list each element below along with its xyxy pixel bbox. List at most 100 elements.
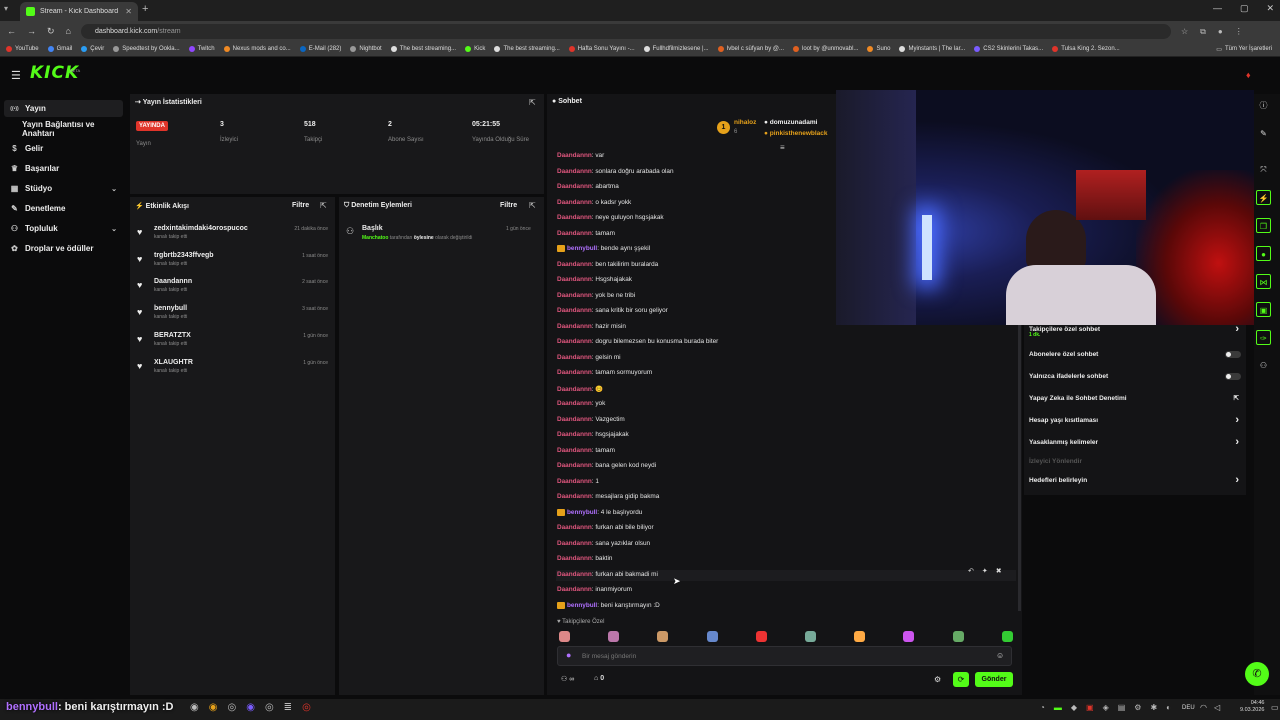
hamburger-menu-icon[interactable]: ☰ bbox=[11, 69, 21, 82]
sidebar-item[interactable]: ((•)) Yayın bbox=[4, 100, 123, 117]
emote-icon[interactable] bbox=[755, 631, 767, 642]
chat-message[interactable]: Daandannn: hsgsjajakak bbox=[557, 431, 629, 438]
chat-setting-item[interactable]: Yasaklanmış kelimeler › bbox=[1029, 435, 1243, 449]
emote-icon[interactable] bbox=[805, 631, 816, 642]
chat-username[interactable]: Daandannn bbox=[557, 400, 592, 407]
stream-preview-video[interactable] bbox=[836, 90, 1254, 325]
chat-tool-icon[interactable]: ● bbox=[1256, 246, 1271, 261]
back-icon[interactable]: ← bbox=[7, 26, 16, 37]
emote-icon[interactable] bbox=[657, 631, 669, 642]
activity-filter-button[interactable]: Filtre bbox=[292, 202, 309, 209]
emote-icon[interactable] bbox=[608, 631, 620, 642]
chat-username[interactable]: Daandannn bbox=[557, 307, 592, 314]
sidebar-item[interactable]: $ Gelir bbox=[4, 140, 123, 157]
bookmark-item[interactable]: CS2 Skinlerini Takas... bbox=[974, 46, 1043, 52]
chat-setting-item[interactable]: Hesap yaşı kısıtlaması › bbox=[1029, 413, 1243, 427]
close-tab-icon[interactable]: ✕ bbox=[125, 7, 132, 16]
chat-message[interactable]: Daandannn: baktin bbox=[557, 555, 612, 562]
clock[interactable]: 04:46 9.03.2026 bbox=[1240, 700, 1264, 714]
chat-message[interactable]: Daandannn: var bbox=[557, 152, 604, 159]
chat-message[interactable]: Daandannn: abartma bbox=[557, 183, 619, 190]
chat-username[interactable]: Daandannn bbox=[557, 416, 592, 423]
activity-item[interactable]: ♥ bennybull kanalı takip etti 3 saat önce bbox=[137, 305, 332, 327]
tray-icon-5[interactable]: ◈ bbox=[1103, 703, 1109, 712]
copy-icon[interactable]: ❐ bbox=[1256, 218, 1271, 233]
tray-icon-8[interactable]: ✱ bbox=[1150, 703, 1157, 712]
reply-icon[interactable]: ↶ bbox=[968, 567, 974, 575]
link-icon[interactable]: ⋈ bbox=[1256, 274, 1271, 289]
sidebar-item[interactable]: Yayın Bağlantısı ve Anahtarı bbox=[4, 120, 123, 138]
chat-username[interactable]: Daandannn bbox=[557, 261, 592, 268]
bookmark-item[interactable]: The best streaming... bbox=[390, 46, 456, 52]
chat-message[interactable]: Daandannn: furkan abi bile biliyor bbox=[557, 524, 654, 531]
emote-icon[interactable] bbox=[706, 631, 718, 642]
chat-username[interactable]: Daandannn bbox=[557, 214, 592, 221]
pinned-user-2[interactable]: ● domuzunadami bbox=[764, 119, 817, 126]
chat-username[interactable]: Daandannn bbox=[557, 323, 592, 330]
chat-username[interactable]: Daandannn bbox=[557, 369, 592, 376]
chat-message[interactable]: Daandannn: inanmiyorum bbox=[557, 586, 632, 593]
chat-message[interactable]: Daandannn: yok bbox=[557, 400, 605, 407]
tray-icon-9[interactable]: ◐ bbox=[1166, 703, 1171, 712]
taskbar-app2-icon[interactable]: ◎ bbox=[302, 702, 311, 713]
chat-username[interactable]: bennybull bbox=[567, 602, 597, 609]
keyboard-lang[interactable]: DEU bbox=[1182, 705, 1195, 711]
chat-setting-item[interactable]: Yapay Zeka ile Sohbet Denetimi ⇱ bbox=[1029, 391, 1243, 405]
extensions-icon[interactable]: ⧉ bbox=[1200, 27, 1206, 37]
chat-setting-item[interactable]: Takipçilere özel sohbet 1 dk. › bbox=[1029, 322, 1243, 338]
bookmark-item[interactable]: Çevir bbox=[81, 46, 104, 52]
emote-icon[interactable] bbox=[854, 631, 866, 642]
bookmark-item[interactable]: Gmail bbox=[47, 46, 72, 52]
chat-username[interactable]: Daandannn bbox=[557, 183, 592, 190]
edge-icon[interactable]: ◉ bbox=[190, 702, 199, 713]
chatters-count[interactable]: ⚇ ∞ bbox=[561, 675, 574, 683]
wifi-icon[interactable]: ◠ bbox=[1200, 703, 1207, 712]
chat-username[interactable]: Daandannn bbox=[557, 230, 592, 237]
chat-username[interactable]: Daandannn bbox=[557, 386, 592, 393]
chat-username[interactable]: bennybull bbox=[567, 509, 597, 516]
tray-icon-1[interactable]: ◔ bbox=[1040, 703, 1045, 712]
popout-icon[interactable]: ⇱ bbox=[529, 98, 536, 107]
bookmark-item[interactable]: Nightbot bbox=[350, 46, 382, 52]
chat-username[interactable]: Daandannn bbox=[557, 586, 592, 593]
chat-setting-item[interactable]: Hedefleri belirleyin › bbox=[1029, 473, 1243, 487]
chat-message[interactable]: Daandannn: ben takilirim buralarda bbox=[557, 261, 658, 268]
kick-logo[interactable]: KICK bbox=[30, 63, 79, 83]
minimize-icon[interactable]: — bbox=[1213, 3, 1222, 14]
steam-icon[interactable]: ◎ bbox=[227, 702, 236, 713]
home-icon[interactable]: ⌂ bbox=[66, 26, 71, 37]
quick-emote-icon[interactable]: ⟳ bbox=[953, 672, 969, 687]
chat-message[interactable]: Daandannn: o kadsr yokk bbox=[557, 199, 631, 206]
obs-icon[interactable]: ◎ bbox=[265, 702, 274, 713]
chat-message[interactable]: Daandannn: mesajlara gidip bakma bbox=[557, 493, 659, 500]
sidebar-item[interactable]: ▦ Stüdyo ⌄ bbox=[4, 180, 123, 197]
emoji-icon[interactable]: ☺ bbox=[996, 651, 1004, 660]
chat-username[interactable]: Daandannn bbox=[557, 276, 592, 283]
notification-center-icon[interactable]: ▭ bbox=[1271, 703, 1279, 712]
browser-tab[interactable]: Stream - Kick Dashboard ✕ bbox=[20, 2, 138, 21]
chat-message[interactable]: Daandannn: Vazgectim bbox=[557, 416, 625, 423]
tray-icon-7[interactable]: ⚙ bbox=[1134, 703, 1141, 712]
delete-icon[interactable]: ✖ bbox=[996, 567, 1002, 575]
bookmark-item[interactable]: Ivbel c süfyan by @... bbox=[717, 46, 784, 52]
profile-icon[interactable]: ● bbox=[1218, 27, 1223, 37]
maximize-icon[interactable]: ▢ bbox=[1240, 3, 1249, 14]
chat-message[interactable]: Daandannn: yok be ne tribi bbox=[557, 292, 635, 299]
chat-message[interactable]: Daandannn: dogru bilemezsen bu konusma b… bbox=[557, 338, 718, 345]
activity-item[interactable]: ♥ trgbrtb2343ffvegb kanalı takip etti 1 saa… bbox=[137, 252, 332, 274]
fullscreen-icon[interactable]: ⤧ bbox=[1256, 162, 1271, 177]
notification-bell-icon[interactable]: ♦ bbox=[1246, 70, 1251, 80]
menu-dots-icon[interactable]: ⋮ bbox=[1235, 27, 1243, 37]
chat-username[interactable]: Daandannn bbox=[557, 462, 592, 469]
reload-icon[interactable]: ↻ bbox=[47, 26, 55, 37]
edit-icon[interactable]: ✎ bbox=[1256, 126, 1271, 141]
toggle-switch[interactable] bbox=[1225, 372, 1241, 380]
activity-item[interactable]: ♥ BERATZTX kanalı takip etti 1 gün önce bbox=[137, 332, 332, 354]
chat-username[interactable]: Daandannn bbox=[557, 354, 592, 361]
wrench-tool-icon[interactable]: ✑ bbox=[1256, 330, 1271, 345]
chat-message[interactable]: Daandannn: gelsin mi bbox=[557, 354, 621, 361]
bookmark-item[interactable]: Fullhdfilmizlesene |... bbox=[643, 46, 709, 52]
bookmark-item[interactable]: Hafta Sonu Yayını -... bbox=[568, 46, 635, 52]
chat-message[interactable]: Daandannn: bana gelen kod neydi bbox=[557, 462, 656, 469]
bookmark-item[interactable]: The best streaming... bbox=[494, 46, 560, 52]
